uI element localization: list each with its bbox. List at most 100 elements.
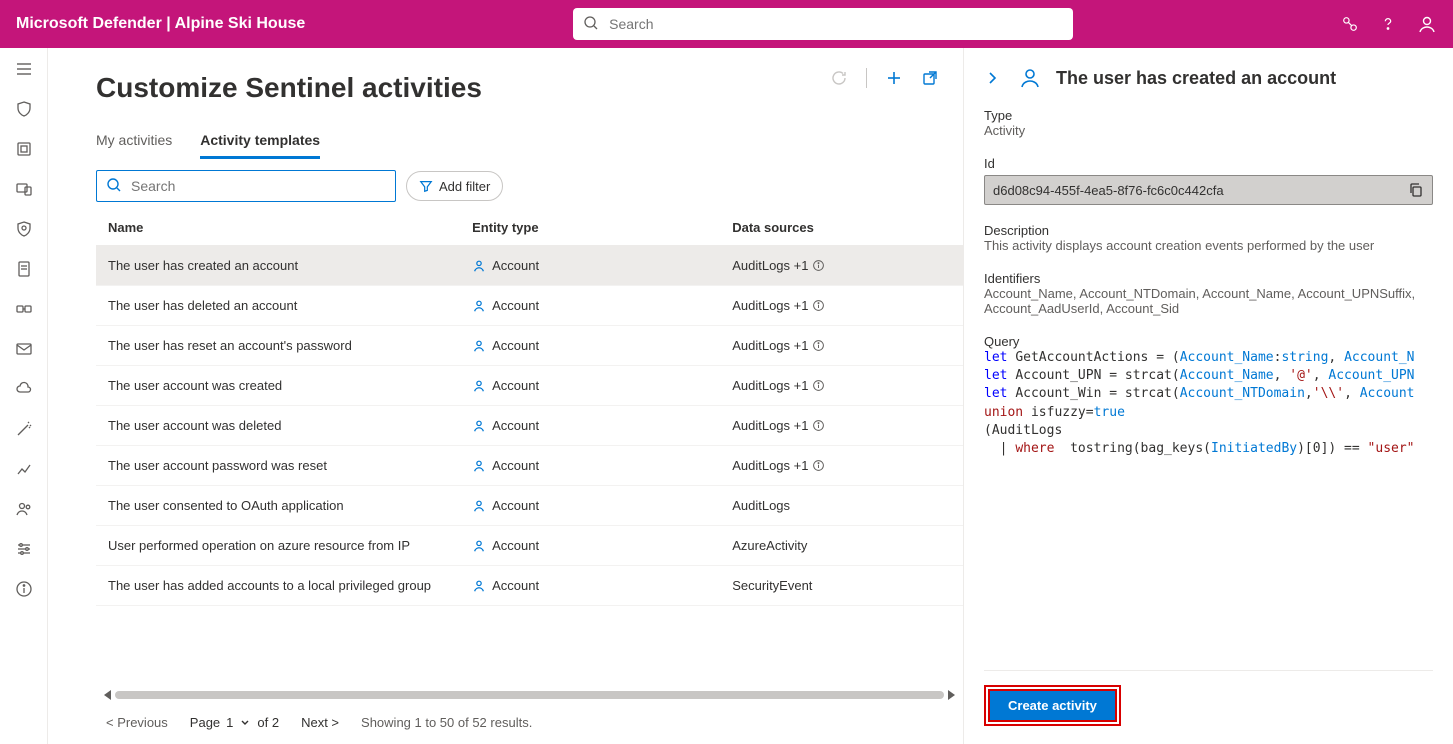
cell-entity: Account <box>460 406 720 446</box>
add-filter-button[interactable]: Add filter <box>406 171 503 201</box>
copy-icon[interactable] <box>1408 182 1424 198</box>
info-icon[interactable] <box>812 259 825 272</box>
tab-activity-templates[interactable]: Activity templates <box>200 132 320 159</box>
user-icon <box>1018 66 1042 90</box>
toolbar-divider <box>866 68 867 88</box>
col-datasources[interactable]: Data sources <box>720 210 963 246</box>
col-entity[interactable]: Entity type <box>460 210 720 246</box>
connections-icon[interactable] <box>15 300 33 318</box>
table-row[interactable]: The user has deleted an accountAccountAu… <box>96 286 963 326</box>
type-label: Type <box>984 108 1433 123</box>
search-icon <box>583 15 599 31</box>
help-icon[interactable] <box>1379 15 1397 33</box>
chart-icon[interactable] <box>15 460 33 478</box>
cloud-icon[interactable] <box>15 380 33 398</box>
table-wrap: Name Entity type Data sources The user h… <box>96 210 963 744</box>
cell-datasources: AuditLogs +1 <box>720 406 963 446</box>
col-name[interactable]: Name <box>96 210 460 246</box>
create-highlight: Create activity <box>984 685 1121 726</box>
id-box: d6d08c94-455f-4ea5-8f76-fc6c0c442cfa <box>984 175 1433 205</box>
scroll-left-arrow[interactable] <box>104 690 111 700</box>
details-pane: The user has created an account Type Act… <box>963 48 1453 744</box>
table-row[interactable]: The user has created an accountAccountAu… <box>96 246 963 286</box>
cell-datasources: AuditLogs +1 <box>720 246 963 286</box>
cell-name: The user account was created <box>96 366 460 406</box>
description-value: This activity displays account creation … <box>984 238 1433 253</box>
account-icon[interactable] <box>1417 14 1437 34</box>
scroll-track[interactable] <box>115 691 944 699</box>
info-icon[interactable] <box>812 339 825 352</box>
previous-page[interactable]: < Previous <box>106 715 168 730</box>
header-actions <box>1341 14 1437 34</box>
cell-name: The user has reset an account's password <box>96 326 460 366</box>
global-search <box>573 8 1073 40</box>
cell-name: The user has added accounts to a local p… <box>96 566 460 606</box>
pop-out-icon[interactable] <box>921 69 939 87</box>
users-icon[interactable] <box>15 500 33 518</box>
mail-icon[interactable] <box>15 340 33 358</box>
cell-datasources: AzureActivity <box>720 526 963 566</box>
devices-icon[interactable] <box>15 180 33 198</box>
add-filter-label: Add filter <box>439 179 490 194</box>
cell-entity: Account <box>460 526 720 566</box>
settings-icon[interactable] <box>15 540 33 558</box>
detail-identifiers: Identifiers Account_Name, Account_NTDoma… <box>984 271 1433 316</box>
details-title: The user has created an account <box>1056 68 1336 89</box>
wand-icon[interactable] <box>15 420 33 438</box>
type-value: Activity <box>984 123 1433 138</box>
detail-id: Id d6d08c94-455f-4ea5-8f76-fc6c0c442cfa <box>984 156 1433 205</box>
table-row[interactable]: The user consented to OAuth applicationA… <box>96 486 963 526</box>
results-summary: Showing 1 to 50 of 52 results. <box>361 715 532 730</box>
hamburger-icon[interactable] <box>15 60 33 78</box>
cell-entity: Account <box>460 486 720 526</box>
left-pane: Customize Sentinel activities My activit… <box>48 48 963 744</box>
app-header: Microsoft Defender | Alpine Ski House <box>0 0 1453 48</box>
info-icon[interactable] <box>812 459 825 472</box>
refresh-icon[interactable] <box>830 69 848 87</box>
info-icon[interactable] <box>812 379 825 392</box>
chevron-down-icon[interactable] <box>239 717 251 729</box>
table-row[interactable]: The user account was deletedAccountAudit… <box>96 406 963 446</box>
table-row[interactable]: User performed operation on azure resour… <box>96 526 963 566</box>
next-page[interactable]: Next > <box>301 715 339 730</box>
identifiers-value: Account_Name, Account_NTDomain, Account_… <box>984 286 1433 316</box>
description-label: Description <box>984 223 1433 238</box>
table-row[interactable]: The user has added accounts to a local p… <box>96 566 963 606</box>
detail-type: Type Activity <box>984 108 1433 138</box>
global-search-input[interactable] <box>573 8 1073 40</box>
identifiers-label: Identifiers <box>984 271 1433 286</box>
id-label: Id <box>984 156 1433 171</box>
app-layout: Customize Sentinel activities My activit… <box>0 48 1453 744</box>
info-icon[interactable] <box>812 419 825 432</box>
shield-icon[interactable] <box>15 100 33 118</box>
cell-name: The user account password was reset <box>96 446 460 486</box>
data-connectors-icon[interactable] <box>1341 15 1359 33</box>
list-search-input[interactable] <box>96 170 396 202</box>
pager: < Previous Page 1 of 2 Next > Showing 1 … <box>96 701 963 744</box>
side-nav <box>0 48 48 744</box>
cell-entity: Account <box>460 446 720 486</box>
horizontal-scrollbar[interactable] <box>96 689 963 701</box>
table-row[interactable]: The user account was createdAccountAudit… <box>96 366 963 406</box>
list-search <box>96 170 396 202</box>
table-row[interactable]: The user account password was resetAccou… <box>96 446 963 486</box>
info-icon[interactable] <box>812 299 825 312</box>
tab-my-activities[interactable]: My activities <box>96 132 172 159</box>
info-icon[interactable] <box>15 580 33 598</box>
cell-datasources: AuditLogs +1 <box>720 446 963 486</box>
scroll-right-arrow[interactable] <box>948 690 955 700</box>
page-total: of 2 <box>257 715 279 730</box>
search-icon <box>106 177 122 193</box>
chevron-right-icon[interactable] <box>984 70 1000 86</box>
document-icon[interactable] <box>15 260 33 278</box>
create-activity-button[interactable]: Create activity <box>988 689 1117 722</box>
assets-icon[interactable] <box>15 140 33 158</box>
activity-table: Name Entity type Data sources The user h… <box>96 210 963 606</box>
cell-name: User performed operation on azure resour… <box>96 526 460 566</box>
table-scroll[interactable]: Name Entity type Data sources The user h… <box>96 210 963 689</box>
add-icon[interactable] <box>885 69 903 87</box>
cell-name: The user has created an account <box>96 246 460 286</box>
filter-icon <box>419 179 433 193</box>
endpoint-icon[interactable] <box>15 220 33 238</box>
table-row[interactable]: The user has reset an account's password… <box>96 326 963 366</box>
